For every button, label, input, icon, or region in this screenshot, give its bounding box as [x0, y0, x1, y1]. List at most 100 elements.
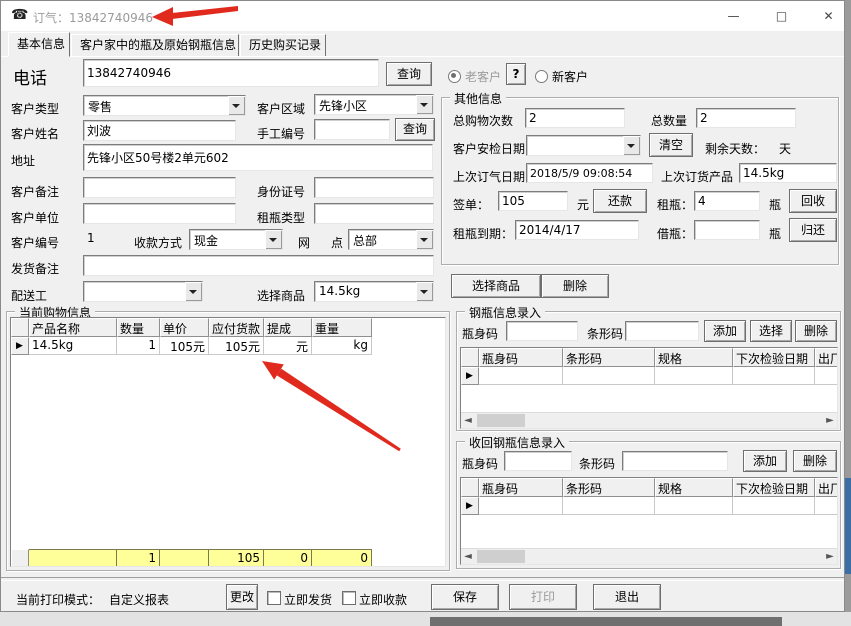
customer-name-label: 客户姓名 [11, 127, 60, 141]
column-header[interactable]: 规格 [655, 478, 733, 497]
last-order-date-input[interactable] [526, 163, 653, 183]
scrollbar-thumb[interactable] [477, 414, 525, 427]
change-button[interactable]: 更改 [226, 584, 258, 610]
telephone-icon: ☎ [11, 7, 29, 23]
column-header[interactable]: 产品名称 [29, 318, 117, 337]
chevron-down-icon[interactable] [228, 96, 245, 115]
delete-product-button[interactable]: 删除 [541, 274, 609, 298]
scroll-right-icon[interactable]: ► [823, 550, 837, 563]
column-header[interactable]: 应付货款 [209, 318, 264, 337]
delivery-select[interactable] [83, 281, 203, 302]
cylinder-entry-title: 钢瓶信息录入 [465, 304, 546, 321]
title-bar[interactable]: ☎ 订气：13842740946 — □ ✕ [1, 1, 844, 31]
recovered-add-button[interactable]: 添加 [743, 450, 787, 472]
column-header[interactable]: 瓶身码 [479, 348, 563, 367]
scroll-left-icon[interactable]: ◄ [461, 550, 475, 563]
column-header[interactable]: 提成 [264, 318, 312, 337]
cylinder-delete-button[interactable]: 删除 [795, 320, 837, 342]
customer-name-input[interactable] [83, 120, 236, 141]
tab-basic-info[interactable]: 基本信息 [8, 32, 70, 57]
choose-product-button[interactable]: 选择商品 [451, 274, 541, 298]
phone-query-button[interactable]: 查询 [386, 62, 432, 86]
scroll-left-icon[interactable]: ◄ [461, 414, 475, 427]
chevron-down-icon[interactable] [416, 282, 433, 301]
column-header[interactable]: 规格 [655, 348, 733, 367]
recovered-barcode-input[interactable] [622, 451, 728, 471]
select-product-select[interactable]: 14.5kg [314, 281, 434, 302]
return-button[interactable]: 归还 [789, 218, 837, 242]
phone-input[interactable] [83, 59, 379, 87]
column-header[interactable]: 瓶身码 [479, 478, 563, 497]
barcode-input[interactable] [625, 321, 699, 341]
recovered-bottle-code-input[interactable] [504, 451, 572, 471]
table-cell: 1 [117, 337, 160, 355]
recovered-delete-button[interactable]: 删除 [793, 450, 837, 472]
maximize-button[interactable]: □ [759, 1, 804, 31]
table-row[interactable]: ▶ [461, 367, 837, 385]
last-product-input[interactable] [739, 163, 837, 183]
customer-type-select[interactable]: 零售 [83, 95, 246, 116]
total-purchases-input[interactable] [525, 108, 625, 128]
customer-unit-input[interactable] [83, 203, 236, 224]
total-qty-input[interactable] [696, 108, 796, 128]
id-number-input[interactable] [314, 177, 434, 198]
column-header[interactable]: 数量 [117, 318, 160, 337]
chevron-down-icon[interactable] [416, 95, 433, 114]
sign-input[interactable] [498, 191, 568, 211]
table-row[interactable]: ▶ [461, 497, 837, 515]
table-row[interactable]: ▶ 14.5kg 1 105元 105元 元 kg [11, 337, 445, 355]
tab-customer-cylinders[interactable]: 客户家中的瓶及原始钢瓶信息 [71, 34, 239, 56]
safety-date-select[interactable] [526, 135, 641, 156]
column-header[interactable]: 重量 [312, 318, 372, 337]
column-header[interactable]: 下次检验日期 [733, 348, 815, 367]
chevron-down-icon[interactable] [265, 230, 282, 249]
column-header[interactable]: 出厂 [815, 478, 837, 497]
old-customer-radio[interactable] [448, 70, 461, 83]
column-header[interactable]: 条形码 [563, 478, 655, 497]
scroll-right-icon[interactable]: ► [823, 414, 837, 427]
tab-history[interactable]: 历史购买记录 [240, 34, 326, 56]
recovered-table[interactable]: 瓶身码 条形码 规格 下次检验日期 出厂 ▶ ◄ ► [460, 477, 838, 565]
rent-type-input[interactable] [314, 203, 434, 224]
close-button[interactable]: ✕ [806, 1, 851, 31]
chevron-down-icon[interactable] [416, 230, 433, 249]
manual-no-input[interactable] [314, 119, 390, 140]
repay-button[interactable]: 还款 [593, 189, 647, 213]
recycle-button[interactable]: 回收 [789, 189, 837, 213]
column-header[interactable]: 下次检验日期 [733, 478, 815, 497]
exit-button[interactable]: 退出 [593, 584, 661, 610]
cylinder-select-button[interactable]: 选择 [750, 320, 792, 342]
help-button[interactable]: ? [506, 63, 526, 85]
address-input[interactable] [83, 144, 433, 171]
chevron-down-icon[interactable] [623, 136, 640, 155]
branch-select[interactable]: 总部 [348, 229, 434, 250]
horizontal-scrollbar[interactable]: ◄ ► [461, 412, 837, 428]
payment-select[interactable]: 现金 [189, 229, 283, 250]
column-header[interactable]: 条形码 [563, 348, 655, 367]
customer-area-select[interactable]: 先锋小区 [314, 94, 434, 115]
cylinder-table[interactable]: 瓶身码 条形码 规格 下次检验日期 出厂 ▶ ◄ ► [460, 347, 838, 429]
manual-query-button[interactable]: 查询 [395, 118, 435, 141]
minimize-button[interactable]: — [711, 1, 756, 31]
new-customer-radio[interactable] [535, 70, 548, 83]
save-button[interactable]: 保存 [431, 584, 499, 610]
chevron-down-icon[interactable] [185, 282, 202, 301]
ship-now-checkbox[interactable] [267, 591, 281, 605]
collect-now-checkbox[interactable] [342, 591, 356, 605]
ship-note-input[interactable] [83, 255, 434, 276]
rent-input[interactable] [694, 191, 760, 211]
clear-button[interactable]: 清空 [649, 133, 693, 157]
scrollbar-thumb[interactable] [477, 550, 525, 563]
column-header[interactable]: 出厂 [815, 348, 837, 367]
borrow-input[interactable] [694, 220, 760, 240]
bottle-code-input[interactable] [506, 321, 578, 341]
print-button[interactable]: 打印 [509, 584, 577, 610]
purchase-table[interactable]: 产品名称 数量 单价 应付货款 提成 重量 ▶ 14.5kg 1 105元 10… [10, 317, 446, 567]
column-header[interactable]: 单价 [160, 318, 209, 337]
bottle-unit-2: 瓶 [769, 227, 782, 241]
horizontal-scrollbar[interactable]: ◄ ► [461, 548, 837, 564]
rent-due-input[interactable] [515, 220, 639, 240]
cylinder-add-button[interactable]: 添加 [704, 320, 746, 342]
safety-date-label: 客户安检日期 [453, 142, 526, 156]
customer-note-input[interactable] [83, 177, 236, 198]
